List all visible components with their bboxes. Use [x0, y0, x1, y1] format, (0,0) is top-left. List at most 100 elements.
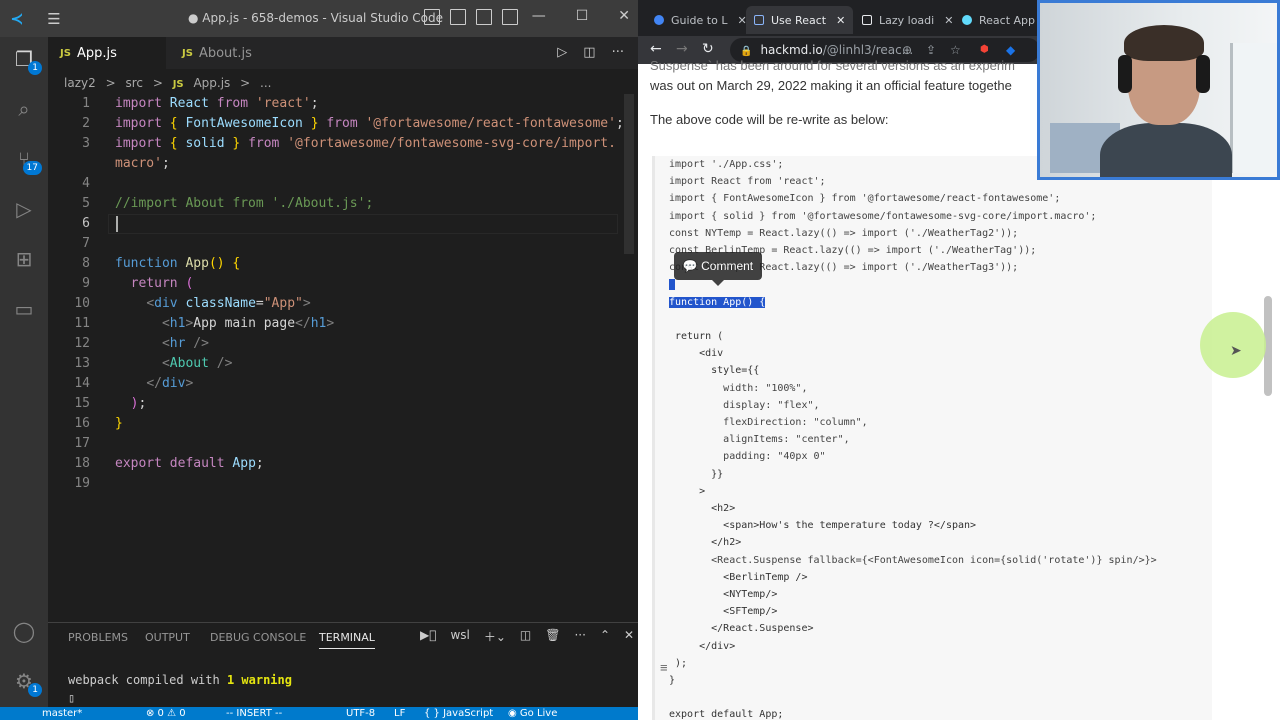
tab-close-icon[interactable]: ✕ [836, 14, 845, 27]
reload-icon[interactable]: ↻ [702, 41, 714, 57]
encoding-indicator[interactable]: UTF-8 [346, 707, 375, 720]
code-block-line: const NYTemp = React.lazy(() => import (… [669, 227, 1018, 241]
kill-terminal-icon[interactable]: 🗑 [545, 628, 560, 645]
browser-tab[interactable]: React App [954, 6, 1043, 34]
editor-scrollbar[interactable] [624, 94, 634, 254]
code-line[interactable]: 10 <div className="App"> [48, 294, 628, 314]
browser-tab[interactable]: Lazy loadi ✕ [854, 6, 961, 34]
close-icon[interactable]: ✕ [618, 8, 630, 24]
search-icon[interactable]: ⌕ [10, 95, 38, 123]
code-line[interactable]: 17 [48, 434, 628, 454]
code-line[interactable]: 16} [48, 414, 628, 434]
code-block-line: style={{ [669, 364, 759, 378]
code-token: React [169, 96, 209, 111]
run-debug-icon[interactable]: ▷ [10, 195, 38, 223]
terminal-prompt[interactable]: ▯ [68, 691, 75, 705]
code-line[interactable]: 9 return ( [48, 274, 628, 294]
settings-gear-icon[interactable]: ⚙ 1 [10, 667, 42, 697]
language-indicator[interactable]: { } JavaScript [424, 707, 493, 720]
new-terminal-icon[interactable]: ＋⌄ [484, 628, 506, 645]
line-number: 17 [74, 436, 90, 451]
customize-layout-icon[interactable] [502, 9, 518, 25]
split-terminal-icon[interactable]: ◫ [520, 628, 531, 645]
breadcrumb-folder[interactable]: lazy2 [64, 76, 96, 90]
remote-explorer-icon[interactable]: ▭ [10, 295, 38, 323]
code-token: About [169, 356, 209, 371]
breadcrumb-folder[interactable]: src [125, 76, 143, 90]
minimize-icon[interactable]: — [532, 8, 546, 24]
maximize-icon[interactable]: ☐ [576, 8, 589, 24]
tab-output[interactable]: OUTPUT [145, 631, 190, 644]
code-line[interactable]: 14 </div> [48, 374, 628, 394]
code-block-text: </React.Suspense> [669, 623, 814, 635]
browser-tab-active[interactable]: Use React ✕ [746, 6, 854, 34]
toggle-secondary-sidebar-icon[interactable] [476, 9, 492, 25]
maximize-panel-icon[interactable]: ⌃ [600, 628, 610, 645]
code-line[interactable]: 1 import React from 'react'; [48, 94, 628, 114]
eol-indicator[interactable]: LF [394, 707, 405, 720]
go-live-button[interactable]: ◉ Go Live [508, 707, 557, 720]
code-line[interactable]: 15 ); [48, 394, 628, 414]
tab-problems[interactable]: PROBLEMS [68, 631, 128, 644]
tab-terminal[interactable]: TERMINAL [319, 631, 375, 649]
breadcrumb-file[interactable]: App.js [193, 76, 230, 90]
tab-debug-console[interactable]: DEBUG CONSOLE [210, 631, 306, 644]
code-block-line: width: "100%", [669, 382, 807, 396]
browser-tab[interactable]: Guide to L ✕ [646, 6, 755, 34]
problems-indicator[interactable]: ⊗ 0 ⚠ 0 [146, 707, 186, 720]
close-panel-icon[interactable]: ✕ [624, 628, 634, 645]
code-token: hr [169, 336, 186, 351]
code-line[interactable]: 18 export default App; [48, 454, 628, 474]
code-line[interactable]: 6 [48, 214, 628, 234]
code-token: '@fortawesome/react-fontawesome' [365, 116, 616, 131]
lock-icon[interactable]: 🔒 [740, 46, 752, 57]
code-line[interactable]: 7 [48, 234, 628, 254]
code-line[interactable]: 5 //import About from './About.js'; [48, 194, 628, 214]
code-token: /> [216, 356, 233, 371]
code-text: </div> [115, 374, 193, 394]
code-block-line: </React.Suspense> [669, 622, 814, 636]
tab-app-js[interactable]: JS App.js [48, 37, 166, 69]
code-block-text: width: "100%", [669, 382, 808, 394]
code-line[interactable]: 12 <hr /> [48, 334, 628, 354]
code-line[interactable]: 8 function App() { [48, 254, 628, 274]
back-icon[interactable]: ← [650, 41, 662, 57]
code-line[interactable]: 3 import { solid } from '@fortawesome/fon… [48, 134, 628, 154]
tab-about-js[interactable]: JS About.js [170, 37, 264, 69]
code-block-text: display: "flex", [669, 399, 820, 411]
tab-close-icon[interactable]: ✕ [944, 14, 953, 27]
code-line[interactable]: macro'; [48, 154, 628, 174]
source-control-icon[interactable]: ⑂ 17 [10, 145, 42, 175]
extensions-icon[interactable]: ⊞ [10, 245, 38, 273]
toc-menu-icon[interactable]: ≡ [660, 660, 668, 675]
menu-icon[interactable]: ☰ [34, 10, 74, 28]
terminal-shell-name[interactable]: wsl [450, 628, 469, 645]
more-icon[interactable]: ··· [574, 628, 585, 645]
code-editor[interactable]: 1 import React from 'react'; 2 import { Fon… [48, 94, 628, 504]
code-line[interactable]: 19 [48, 474, 628, 494]
comment-button[interactable]: 💬 Comment [674, 252, 762, 286]
run-icon[interactable]: ▷ [557, 45, 567, 60]
code-line[interactable]: 2 import { FontAwesomeIcon } from '@forta… [48, 114, 628, 134]
split-editor-icon[interactable]: ◫ [583, 45, 595, 60]
more-actions-icon[interactable]: ··· [612, 45, 624, 60]
code-line[interactable]: 13 <About /> [48, 354, 628, 374]
line-number: 4 [82, 176, 90, 191]
tab-favicon-icon [754, 15, 764, 25]
breadcrumb-symbol[interactable]: ... [260, 76, 271, 90]
toggle-panel-icon[interactable] [450, 9, 466, 25]
account-icon[interactable]: ◯ [10, 617, 38, 645]
code-block[interactable]: import './App.css'; import React from 're… [652, 156, 1212, 720]
branch-indicator[interactable]: master* [42, 707, 82, 720]
explorer-icon[interactable]: ❐ 1 [10, 45, 42, 75]
forward-icon[interactable]: → [676, 41, 688, 57]
toggle-sidebar-icon[interactable] [424, 9, 440, 25]
code-line[interactable]: 11 <h1>App main page</h1> [48, 314, 628, 334]
terminal-shell-icon[interactable]: ▶⃞ [420, 628, 436, 645]
code-line[interactable]: 4 [48, 174, 628, 194]
